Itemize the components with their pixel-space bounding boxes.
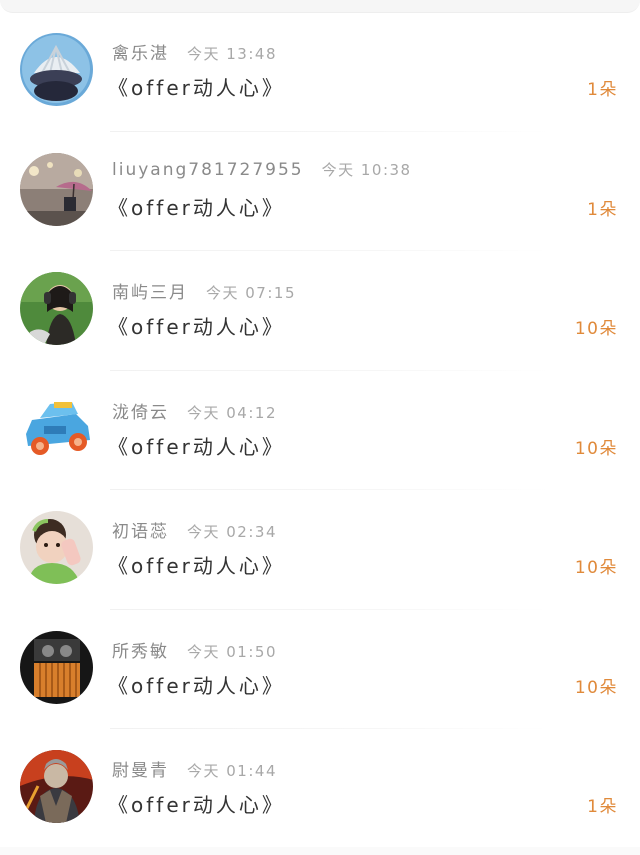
list-item[interactable]: 所秀敏 今天 01:50 《offer动人心》 10朵 <box>0 610 640 729</box>
girl-headphones-avatar-icon <box>20 272 93 345</box>
timestamp: 今天 02:34 <box>187 523 277 541</box>
avatar[interactable] <box>20 152 93 226</box>
user-name[interactable]: 尉曼青 <box>112 761 169 781</box>
user-name[interactable]: 禽乐湛 <box>112 44 169 64</box>
avatar[interactable] <box>20 511 93 584</box>
avatar[interactable] <box>20 272 93 345</box>
name-line: 泷倚云 今天 04:12 <box>112 398 277 423</box>
gift-title: 《offer动人心》 <box>108 315 285 339</box>
gift-count: 1朵 <box>587 199 618 220</box>
gift-count: 10朵 <box>574 319 618 339</box>
list-item[interactable]: 初语蕊 今天 02:34 《offer动人心》 10朵 <box>0 490 640 610</box>
toy-car-avatar-icon <box>20 391 93 465</box>
timestamp: 今天 01:44 <box>187 762 277 780</box>
gift-title: 《offer动人心》 <box>108 673 285 698</box>
name-line: liuyang781727955 今天 10:38 <box>112 159 412 180</box>
name-line: 南屿三月 今天 07:15 <box>112 278 296 303</box>
list-item[interactable]: 尉曼青 今天 01:44 《offer动人心》 1朵 <box>0 729 640 849</box>
shell-cupcake-avatar-icon <box>20 33 93 106</box>
baby-bottle-avatar-icon <box>20 511 93 584</box>
user-name[interactable]: 南屿三月 <box>112 283 188 303</box>
bottom-panel-edge <box>0 847 640 855</box>
gift-title: 《offer动人心》 <box>108 434 285 459</box>
timestamp: 今天 04:12 <box>187 403 277 422</box>
gift-title: 《offer动人心》 <box>108 554 285 578</box>
gift-count: 1朵 <box>587 797 618 817</box>
user-name[interactable]: 初语蕊 <box>112 522 169 542</box>
avatar[interactable] <box>20 630 93 704</box>
timestamp: 今天 13:48 <box>187 45 277 63</box>
avatar[interactable] <box>20 33 93 106</box>
gift-title: 《offer动人心》 <box>108 76 285 100</box>
name-line: 所秀敏 今天 01:50 <box>112 637 277 662</box>
user-name[interactable]: 所秀敏 <box>112 642 169 662</box>
list-item[interactable]: liuyang781727955 今天 10:38 《offer动人心》 1朵 <box>0 132 640 251</box>
name-line: 禽乐湛 今天 13:48 <box>112 39 277 64</box>
list-item[interactable]: 南屿三月 今天 07:15 《offer动人心》 10朵 <box>0 251 640 371</box>
gift-count: 10朵 <box>574 438 618 459</box>
gift-record-list: 禽乐湛 今天 13:48 《offer动人心》 1朵 liuyang7817279… <box>0 12 640 849</box>
dark-box-avatar-icon <box>20 630 93 704</box>
list-item[interactable]: 泷倚云 今天 04:12 《offer动人心》 10朵 <box>0 371 640 490</box>
user-name[interactable]: liuyang781727955 <box>112 160 304 180</box>
gift-title: 《offer动人心》 <box>108 195 285 220</box>
timestamp: 今天 07:15 <box>206 284 296 302</box>
timestamp: 今天 10:38 <box>321 160 412 179</box>
rainy-umbrella-avatar-icon <box>20 152 93 226</box>
list-item[interactable]: 禽乐湛 今天 13:48 《offer动人心》 1朵 <box>0 12 640 132</box>
avatar[interactable] <box>20 750 93 823</box>
name-line: 尉曼青 今天 01:44 <box>112 756 277 781</box>
warrior-avatar-icon <box>20 750 93 823</box>
name-line: 初语蕊 今天 02:34 <box>112 517 277 542</box>
avatar[interactable] <box>20 391 93 465</box>
gift-count: 10朵 <box>574 677 618 698</box>
timestamp: 今天 01:50 <box>187 642 277 661</box>
gift-count: 10朵 <box>574 558 618 578</box>
gift-count: 1朵 <box>587 80 618 100</box>
user-name[interactable]: 泷倚云 <box>112 403 169 423</box>
gift-title: 《offer动人心》 <box>108 793 285 817</box>
